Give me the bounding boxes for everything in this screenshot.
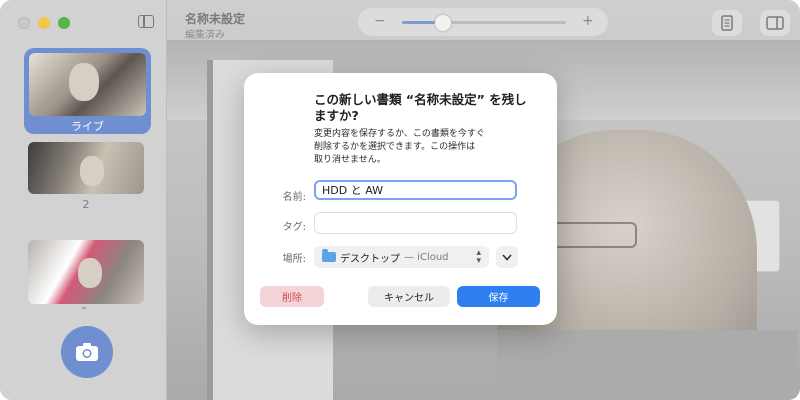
- app-window: ライブ 2 ⌃ 名称未設定 編集済み − + この新しい書類 “名称未設定” を…: [0, 0, 800, 400]
- document-icon: [721, 15, 733, 31]
- chevron-up-icon: ⌃: [80, 306, 89, 317]
- sidebar-toggle-icon[interactable]: [138, 15, 154, 28]
- cancel-button[interactable]: キャンセル: [368, 286, 450, 307]
- close-window-button[interactable]: [18, 17, 30, 29]
- name-label: 名前:: [282, 192, 306, 203]
- zoom-window-button[interactable]: [58, 17, 70, 29]
- live-thumbnail: [29, 53, 146, 116]
- location-folder: デスクトップ: [340, 253, 400, 265]
- camera-icon: [76, 343, 98, 361]
- save-dialog: この新しい書類 “名称未設定” を残しますか? 変更内容を保存するか、この書類を…: [244, 73, 557, 325]
- location-select[interactable]: デスクトップ — iCloud ▴ ▾: [314, 246, 489, 268]
- location-service: — iCloud: [404, 251, 449, 263]
- camera-capture-button[interactable]: [61, 326, 113, 378]
- name-field-value: HDD と AW: [322, 184, 384, 197]
- inspector-icon: [766, 16, 784, 30]
- location-label: 場所:: [282, 254, 306, 265]
- dialog-title: この新しい書類 “名称未設定” を残しますか?: [314, 92, 527, 123]
- document-button[interactable]: [712, 10, 742, 36]
- zoom-slider[interactable]: [402, 15, 566, 31]
- sidebar-item-3[interactable]: [28, 240, 144, 304]
- tags-field[interactable]: [314, 212, 517, 234]
- sidebar-item-live[interactable]: ライブ: [24, 48, 151, 134]
- sidebar: ライブ 2 ⌃: [0, 0, 167, 400]
- folder-icon: [322, 249, 336, 262]
- delete-button[interactable]: 削除: [260, 286, 324, 307]
- sidebar-item-2[interactable]: [28, 142, 144, 194]
- zoom-slider-knob[interactable]: [435, 15, 451, 31]
- inspector-button[interactable]: [760, 10, 790, 36]
- zoom-out-button[interactable]: −: [374, 13, 386, 29]
- chevron-down-icon: [502, 254, 512, 261]
- dialog-message: 変更内容を保存するか、この書類を今すぐ 削除するかを選択できます。この操作は 取…: [314, 129, 485, 165]
- sidebar-item-label: ライブ: [71, 120, 104, 133]
- document-title[interactable]: 名称未設定: [185, 10, 245, 27]
- minimize-window-button[interactable]: [38, 17, 50, 29]
- zoom-control: − +: [358, 8, 608, 36]
- name-field[interactable]: HDD と AW: [314, 180, 517, 200]
- tags-label: タグ:: [282, 222, 306, 233]
- zoom-in-button[interactable]: +: [582, 13, 594, 29]
- expand-location-button[interactable]: [496, 246, 518, 268]
- save-button[interactable]: 保存: [457, 286, 540, 307]
- sidebar-item-label: 2: [82, 198, 90, 211]
- up-down-chevron-icon: ▴ ▾: [476, 248, 481, 266]
- document-status: 編集済み: [185, 30, 225, 41]
